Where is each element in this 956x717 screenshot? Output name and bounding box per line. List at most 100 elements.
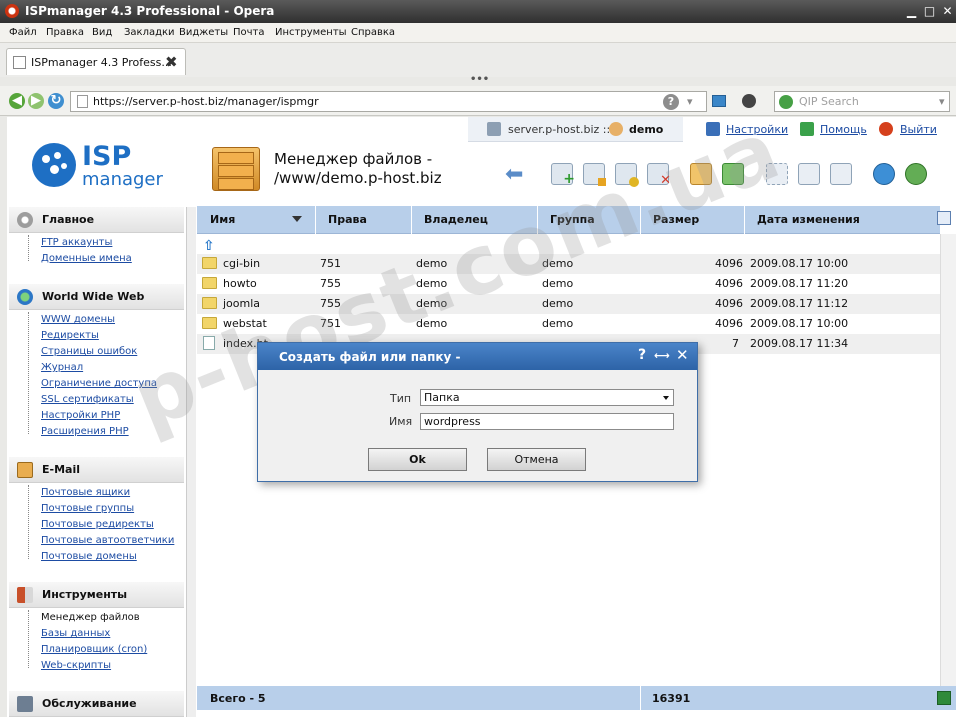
globe-icon [17, 289, 33, 305]
user-name: demo [629, 123, 664, 136]
ok-button[interactable]: Ok [368, 448, 467, 471]
forward-icon[interactable]: ▶ [28, 93, 44, 109]
refresh-list-icon[interactable] [905, 163, 927, 185]
menu-edit[interactable]: Правка [46, 27, 84, 38]
sidebar-group-label: Обслуживание [42, 697, 137, 710]
menu-bookmarks[interactable]: Закладки [124, 27, 175, 38]
back-arrow-icon[interactable]: ⬅ [505, 164, 523, 186]
page-title-path: /www/demo.p-host.biz [274, 169, 442, 187]
cancel-button[interactable]: Отмена [487, 448, 586, 471]
sidebar-group-label: Главное [42, 213, 95, 226]
sidebar-group-maintenance[interactable]: Обслуживание [9, 691, 184, 717]
menu-view[interactable]: Вид [92, 27, 112, 38]
sidebar-item-web-scripts[interactable]: Web-скрипты [41, 660, 111, 671]
menu-widgets[interactable]: Виджеты [179, 27, 228, 38]
sidebar-group-www[interactable]: World Wide Web [9, 284, 184, 310]
search-dropdown-icon[interactable]: ▾ [939, 95, 945, 108]
name-input[interactable] [420, 413, 674, 430]
folder-icon [202, 277, 217, 289]
sidebar-item-redirects[interactable]: Редиректы [41, 330, 99, 341]
cell-group: demo [542, 297, 574, 310]
mail-icon [17, 462, 33, 478]
browser-tab[interactable]: ISPmanager 4.3 Profess... ✖ [6, 48, 186, 75]
qip-search-icon [779, 95, 793, 109]
server-icon [487, 122, 501, 136]
sidebar-group-label: World Wide Web [42, 290, 145, 303]
menu-tools[interactable]: Инструменты [275, 27, 347, 38]
column-settings-icon[interactable] [937, 211, 951, 225]
type-select[interactable]: Папка [420, 389, 674, 406]
expand-icon[interactable]: ⟷ [654, 349, 670, 362]
search-placeholder: QIP Search [799, 95, 859, 108]
sidebar-item-ftp[interactable]: FTP аккаунты [41, 237, 112, 248]
logout-link[interactable]: Выйти [900, 123, 937, 136]
reload-icon[interactable]: ↻ [48, 93, 64, 109]
dialog-close-icon[interactable]: ✕ [676, 346, 689, 364]
sidebar-item-autoresponders[interactable]: Почтовые автоответчики [41, 535, 174, 546]
cell-modified: 2009.08.17 11:12 [750, 297, 849, 310]
menu-file[interactable]: Файл [9, 27, 37, 38]
menu-mail[interactable]: Почта [233, 27, 265, 38]
column-name[interactable]: Имя [210, 213, 235, 226]
sidebar-item-error-pages[interactable]: Страницы ошибок [41, 346, 137, 357]
cell-group: demo [542, 317, 574, 330]
help-book-icon [800, 122, 814, 136]
sidebar-item-mail-redirects[interactable]: Почтовые редиректы [41, 519, 154, 530]
panel-icon[interactable] [712, 95, 726, 107]
table-scrollbar[interactable] [940, 234, 956, 686]
ispmanager-logo-icon [32, 143, 76, 187]
copy-icon[interactable] [798, 163, 820, 185]
web-icon[interactable] [873, 163, 895, 185]
sidebar-item-domains[interactable]: Доменные имена [41, 253, 132, 264]
help-question-icon[interactable]: ? [638, 347, 646, 363]
window-titlebar: ISPmanager 4.3 Professional - Opera ▁ □ … [0, 0, 956, 23]
maintenance-icon [17, 696, 33, 712]
logo-text-isp: ISP [82, 141, 132, 172]
server-name: server.p-host.biz :: [508, 123, 611, 136]
close-tab-icon[interactable]: ✖ [165, 53, 178, 71]
cell-modified: 2009.08.17 10:00 [750, 257, 849, 270]
page-title-line1: Менеджер файлов - [274, 150, 433, 168]
parent-folder-icon[interactable]: ⇧ [203, 238, 217, 254]
cell-modified: 2009.08.17 10:00 [750, 317, 849, 330]
sidebar-item-www-domains[interactable]: WWW домены [41, 314, 115, 325]
search-field[interactable]: QIP Search ▾ [774, 91, 950, 112]
sidebar-group-main[interactable]: Главное [9, 207, 184, 233]
back-icon[interactable]: ◀ [9, 93, 25, 109]
export-excel-icon[interactable] [937, 691, 951, 705]
column-modified[interactable]: Дата изменения [757, 213, 860, 226]
help-icon[interactable]: ? [663, 94, 679, 110]
sidebar-item-databases[interactable]: Базы данных [41, 628, 110, 639]
minimize-icon[interactable]: ▁ [904, 4, 919, 18]
folder-icon [202, 297, 217, 309]
sidebar-item-cron[interactable]: Планировщик (cron) [41, 644, 147, 655]
sidebar-item-php-settings[interactable]: Настройки PHP [41, 410, 120, 421]
type-label: Тип [390, 392, 412, 405]
sidebar-group-email[interactable]: E-Mail [9, 457, 184, 483]
sidebar-item-mail-groups[interactable]: Почтовые группы [41, 503, 134, 514]
maximize-icon[interactable]: □ [922, 4, 937, 18]
sidebar-item-file-manager[interactable]: Менеджер файлов [41, 612, 140, 623]
name-label: Имя [389, 415, 413, 428]
sidebar-item-mailboxes[interactable]: Почтовые ящики [41, 487, 130, 498]
sidebar-scrollbar[interactable] [186, 207, 196, 717]
sidebar-group-tools[interactable]: Инструменты [9, 582, 184, 608]
column-permissions[interactable]: Права [328, 213, 367, 226]
address-dropdown-icon[interactable]: ▾ [687, 95, 693, 108]
window-title: ISPmanager 4.3 Professional - Opera [25, 4, 275, 18]
help-link[interactable]: Помощь [820, 123, 867, 136]
close-window-icon[interactable]: ✕ [940, 4, 955, 18]
cell-size: 4096 [715, 277, 743, 290]
address-field[interactable]: https://server.p-host.biz/manager/ispmgr… [70, 91, 707, 112]
cell-permissions: 751 [320, 257, 341, 270]
paste-icon[interactable] [830, 163, 852, 185]
menu-help[interactable]: Справка [351, 27, 395, 38]
sidebar-item-ssl[interactable]: SSL сертификаты [41, 394, 134, 405]
sidebar-item-mail-domains[interactable]: Почтовые домены [41, 551, 137, 562]
tab-overflow-icon[interactable]: ••• [470, 74, 489, 85]
page-icon [77, 95, 88, 108]
sort-desc-icon[interactable] [292, 216, 302, 222]
cell-size: 4096 [715, 297, 743, 310]
sidebar-item-log[interactable]: Журнал [41, 362, 83, 373]
sidebar-item-php-extensions[interactable]: Расширения PHP [41, 426, 129, 437]
